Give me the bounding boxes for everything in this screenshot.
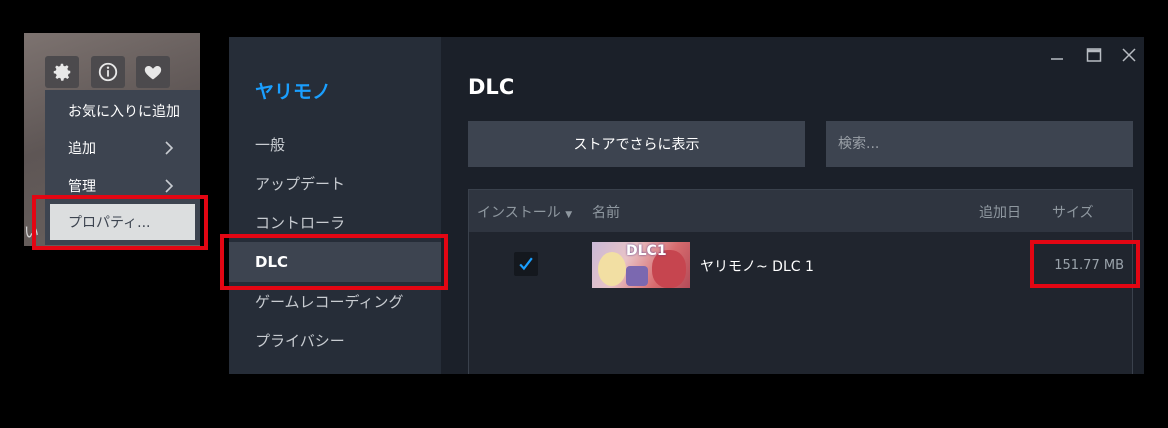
menu-item-favorite[interactable]: お気に入りに追加 [45,92,200,130]
show-more-in-store-button[interactable]: ストアでさらに表示 [468,121,805,167]
column-date-added[interactable]: 追加日 [979,202,1021,222]
sidebar-item-privacy[interactable]: プライバシー [229,320,441,360]
sort-down-icon: ▼ [565,210,573,220]
dlc-thumbnail: DLC1 [592,242,690,288]
gear-icon[interactable] [45,56,79,88]
properties-window: ヤリモノ 一般 アップデート コントローラ DLC ゲームレコーディング プライ… [229,37,1144,374]
column-install[interactable]: インストール ▼ [477,202,572,222]
properties-sidebar: ヤリモノ 一般 アップデート コントローラ DLC ゲームレコーディング プライ… [229,37,441,374]
game-title: ヤリモノ [255,81,332,103]
thumbnail-label: DLC1 [626,243,667,259]
highlight-dlc-tab [220,234,448,290]
table-header: インストール ▼ 名前 追加日 サイズ [469,190,1132,232]
minimize-icon[interactable] [1047,45,1067,65]
highlight-properties [32,195,208,250]
page-title: DLC [468,75,515,99]
column-name[interactable]: 名前 [592,202,620,222]
close-icon[interactable] [1119,45,1139,65]
menu-item-add[interactable]: 追加 [45,129,200,167]
sidebar-item-general[interactable]: 一般 [229,124,441,164]
chevron-right-icon [165,141,174,155]
maximize-icon[interactable] [1084,45,1104,65]
column-size[interactable]: サイズ [1052,202,1094,222]
info-icon[interactable] [91,56,125,88]
sidebar-item-updates[interactable]: アップデート [229,163,441,203]
dlc-name: ヤリモノ~ DLC 1 [700,259,814,275]
checkmark-icon [519,257,533,271]
dlc-search-input[interactable] [826,121,1133,167]
heart-icon[interactable] [136,56,170,88]
chevron-right-icon [165,179,174,193]
install-checkbox[interactable] [514,252,538,276]
highlight-dlc-size [1030,240,1140,288]
